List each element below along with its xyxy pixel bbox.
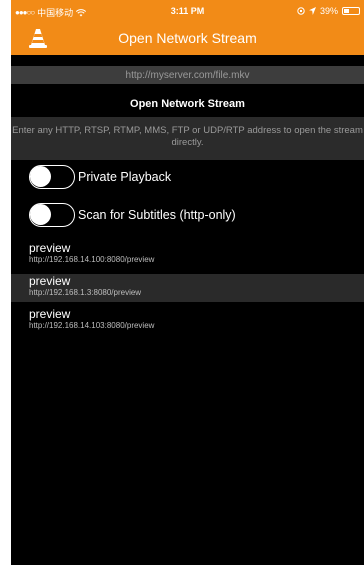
switch-knob [30,166,51,187]
stream-url: http://192.168.14.103:8080/preview [29,321,155,330]
description-text: Enter any HTTP, RTSP, RTMP, MMS, FTP or … [12,125,363,148]
location-icon [308,7,316,15]
vlc-app-screen: ●●●○○ 中国移动 3:11 PM 39% Open Network Stre… [11,0,364,565]
stream-title: preview [29,274,71,288]
private-playback-switch[interactable] [29,165,75,189]
scan-subtitles-switch[interactable] [29,203,75,227]
scan-subtitles-label: Scan for Subtitles (http-only) [78,208,236,222]
stream-url: http://192.168.1.3:8080/preview [29,288,142,297]
top-bar: ●●●○○ 中国移动 3:11 PM 39% Open Network Stre… [11,0,364,55]
stream-title: preview [29,241,71,255]
rotation-lock-icon [297,7,305,15]
stream-url: http://192.168.14.100:8080/preview [29,255,155,264]
open-network-stream-button[interactable]: Open Network Stream [11,93,364,115]
stream-title: preview [29,307,71,321]
stream-list-item[interactable]: preview http://192.168.14.100:8080/previ… [11,241,364,269]
stream-list-item[interactable]: preview http://192.168.1.3:8080/preview [11,274,364,302]
page-title: Open Network Stream [118,30,257,46]
url-input[interactable] [11,66,364,84]
status-right: 39% [297,6,360,16]
battery-icon [342,7,360,15]
scan-subtitles-row: Scan for Subtitles (http-only) [29,203,236,227]
battery-level [344,9,349,13]
stream-list-item[interactable]: preview http://192.168.14.103:8080/previ… [11,307,364,335]
private-playback-label: Private Playback [78,170,172,184]
private-playback-row: Private Playback [29,165,171,189]
switch-knob [30,204,51,225]
navigation-bar: Open Network Stream [11,20,364,55]
battery-percent: 39% [319,6,338,16]
status-bar: ●●●○○ 中国移动 3:11 PM 39% [11,0,364,20]
